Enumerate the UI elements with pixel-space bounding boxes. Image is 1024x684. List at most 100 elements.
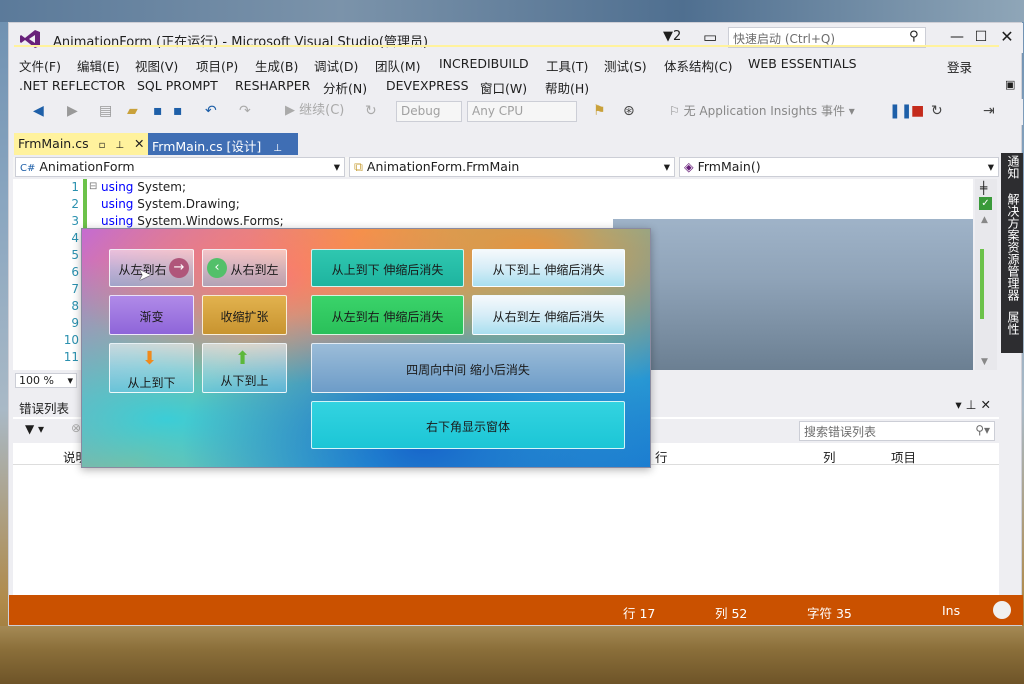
menu-debug[interactable]: 调试(D) [314, 56, 358, 75]
back-icon[interactable]: ◀ [33, 102, 44, 120]
menu-net-reflector[interactable]: .NET REFLECTOR [19, 78, 125, 93]
split-icon[interactable]: ╪ [980, 181, 987, 195]
right-to-left-stretch-button[interactable]: 从右到左 伸缩后消失 [472, 295, 625, 335]
notification-icon[interactable] [993, 601, 1011, 619]
pin-icon[interactable]: ⊥ [115, 140, 124, 151]
menu-test[interactable]: 测试(S) [604, 56, 647, 75]
menu-team[interactable]: 团队(M) [375, 56, 421, 75]
menu-help[interactable]: 帮助(H) [545, 78, 589, 97]
csharp-project-icon: C# [20, 163, 36, 174]
center-shrink-button[interactable]: 四周向中间 缩小后消失 [311, 343, 625, 393]
line-number: 11 [63, 350, 79, 364]
desktop-background-bottom [0, 626, 1024, 684]
platform-select[interactable]: Any CPU [467, 101, 577, 122]
animation-form-window: 从左到右 → ‹ 从右到左 渐变 收缩扩张 ⬇ 从上到下 ⬆ 从下到上 从上到下… [81, 228, 651, 468]
line-number: 6 [71, 265, 79, 279]
menu-window[interactable]: 窗口(W) [480, 78, 527, 97]
search-icon: ⚲ [909, 29, 919, 44]
vertical-scrollbar[interactable]: ╪ ✓ ▲ ▼ [975, 179, 997, 370]
menu-build[interactable]: 生成(B) [255, 56, 298, 75]
menu-resharper[interactable]: RESHARPER [235, 78, 310, 93]
notifications-flag-icon[interactable]: ▼2 [663, 29, 681, 44]
step-icon[interactable]: ⇥ [983, 102, 995, 120]
line-number: 1 [71, 180, 79, 194]
side-tab-properties[interactable]: 属性 [1005, 311, 1022, 335]
new-item-icon[interactable]: ▤ [99, 102, 112, 120]
menu-file[interactable]: 文件(F) [19, 56, 61, 75]
collapse-icon[interactable]: ⊟ [89, 181, 97, 192]
bottom-to-top-button[interactable]: ⬆ 从下到上 [202, 343, 287, 393]
browser-link-icon[interactable]: ⊛ [623, 102, 635, 120]
left-to-right-button[interactable]: 从左到右 → [109, 249, 194, 287]
member-dropdown[interactable]: ◈ FrmMain() ▾ [679, 157, 999, 177]
keyword: using [101, 214, 134, 228]
shrink-expand-button[interactable]: 收缩扩张 [202, 295, 287, 335]
feedback-icon[interactable]: ▭ [703, 28, 717, 46]
restart-icon[interactable]: ↻ [931, 102, 943, 120]
save-all-icon[interactable]: ▪ [173, 102, 183, 120]
pin-icon[interactable]: ⊥ [273, 143, 282, 154]
menu-analyze[interactable]: 分析(N) [323, 78, 367, 97]
standard-toolbar: ◀ ▶ ▤ ▰ ▪ ▪ ↶ ↷ ▶ 继续(C) ↻ Debug Any CPU … [9, 99, 1023, 125]
status-line: 行 17 [623, 606, 656, 621]
scroll-up-icon[interactable]: ▲ [981, 215, 988, 225]
menu-tools[interactable]: 工具(T) [546, 56, 588, 75]
stop-icon[interactable]: ■ [911, 102, 924, 120]
code-line: using System.Drawing; [101, 197, 240, 211]
side-tab-notifications[interactable]: 通知 [1005, 155, 1022, 179]
column-column[interactable]: 列 [823, 447, 836, 466]
menu-web-essentials[interactable]: WEB ESSENTIALS [748, 56, 857, 71]
search-icon: ⚲▾ [975, 423, 990, 437]
zoom-select[interactable]: 100 % ▾ [15, 373, 77, 388]
top-to-bottom-button[interactable]: ⬇ 从上到下 [109, 343, 194, 393]
refresh-icon[interactable]: ↻ [365, 102, 377, 120]
tab-frmmain-cs[interactable]: FrmMain.cs ▫ ⊥ ✕ [14, 133, 148, 155]
button-label: 从上到下 伸缩后消失 [331, 263, 444, 277]
application-insights-button[interactable]: ⚐ 无 Application Insights 事件 ▾ [669, 102, 855, 120]
open-folder-icon[interactable]: ▰ [127, 102, 138, 120]
filter-icon[interactable]: ▼ ▾ [25, 422, 44, 436]
menu-view[interactable]: 视图(V) [135, 56, 178, 75]
bottom-to-top-stretch-button[interactable]: 从下到上 伸缩后消失 [472, 249, 625, 287]
bottom-right-show-button[interactable]: 右下角显示窗体 [311, 401, 625, 449]
undo-icon[interactable]: ↶ [205, 102, 217, 120]
forward-icon[interactable]: ▶ [67, 102, 78, 120]
panel-title: 错误列表 [19, 401, 70, 416]
button-label: 四周向中间 缩小后消失 [406, 363, 530, 377]
tab-frmmain-designer[interactable]: FrmMain.cs [设计] ⊥ [148, 133, 298, 155]
fade-button[interactable]: 渐变 [109, 295, 194, 335]
pause-icon[interactable]: ❚❚ [889, 102, 912, 120]
scroll-down-icon[interactable]: ▼ [981, 357, 988, 367]
project-dropdown[interactable]: C# AnimationForm ▾ [15, 157, 345, 177]
arrow-up-icon: ⬆ [235, 348, 251, 369]
side-tab-solution-explorer[interactable]: 解决方案资源管理器 [1005, 193, 1022, 301]
menu-project[interactable]: 项目(P) [196, 56, 238, 75]
pin-icon[interactable]: ▣ [1005, 78, 1015, 91]
menu-architecture[interactable]: 体系结构(C) [664, 56, 732, 75]
error-icon[interactable]: ⊗ [71, 421, 81, 435]
redo-icon[interactable]: ↷ [239, 102, 251, 120]
type-dropdown[interactable]: ⧉ AnimationForm.FrmMain ▾ [349, 157, 675, 177]
change-marker [980, 249, 984, 319]
close-panel-icon[interactable]: ▾ ⊥ ✕ [955, 397, 991, 412]
find-icon[interactable]: ⚑ [593, 102, 606, 120]
column-project[interactable]: 项目 [891, 447, 916, 466]
right-to-left-button[interactable]: ‹ 从右到左 [202, 249, 287, 287]
menu-bar-row-1: 文件(F) 编辑(E) 视图(V) 项目(P) 生成(B) 调试(D) 团队(M… [9, 54, 1023, 75]
left-to-right-stretch-button[interactable]: 从左到右 伸缩后消失 [311, 295, 464, 335]
editor-background-image [613, 219, 973, 370]
close-tab-icon[interactable]: ✕ [134, 136, 144, 151]
menu-sql-prompt[interactable]: SQL PROMPT [137, 78, 218, 93]
top-to-bottom-stretch-button[interactable]: 从上到下 伸缩后消失 [311, 249, 464, 287]
status-insert-mode: Ins [942, 603, 961, 618]
column-line[interactable]: 行 [655, 447, 668, 466]
menu-devexpress[interactable]: DEVEXPRESS [386, 78, 469, 93]
continue-button[interactable]: ▶ 继续(C) [285, 102, 344, 120]
save-icon[interactable]: ▪ [153, 102, 163, 120]
configuration-select[interactable]: Debug [396, 101, 462, 122]
login-link[interactable]: 登录 [947, 57, 972, 76]
search-error-list-input[interactable]: 搜索错误列表 ⚲▾ [799, 421, 995, 441]
menu-incredibuild[interactable]: INCREDIBUILD [439, 56, 529, 71]
navigation-bar: C# AnimationForm ▾ ⧉ AnimationForm.FrmMa… [13, 157, 999, 177]
menu-edit[interactable]: 编辑(E) [77, 56, 120, 75]
